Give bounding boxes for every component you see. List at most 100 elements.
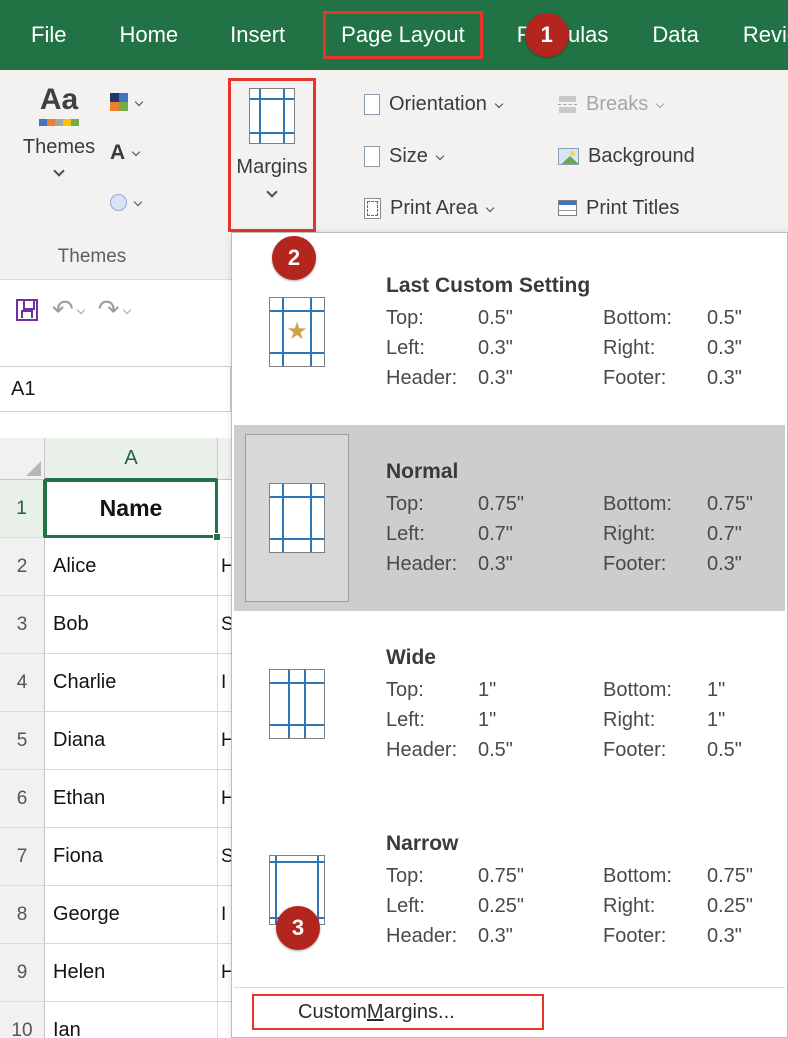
margin-option-last-custom-setting[interactable]: ★ Last Custom Setting Top:0.5"Bottom:0.5… bbox=[234, 239, 785, 425]
row-header-7[interactable]: 7 bbox=[0, 828, 45, 886]
value-left: 0.3" bbox=[478, 337, 603, 360]
theme-fonts-button[interactable]: A bbox=[104, 132, 158, 172]
label-top: Top: bbox=[386, 307, 478, 330]
tab-page-layout-label: Page Layout bbox=[341, 22, 465, 48]
chevron-down-icon bbox=[134, 198, 142, 206]
chevron-down-icon bbox=[122, 306, 130, 314]
name-box[interactable]: A1 bbox=[0, 366, 231, 412]
cell-a2[interactable]: Alice bbox=[45, 538, 218, 596]
row-header-1[interactable]: 1 bbox=[0, 480, 45, 538]
undo-button[interactable]: ↶ bbox=[52, 297, 84, 323]
margin-option-title: Normal bbox=[386, 460, 785, 484]
normal-margins-icon bbox=[269, 483, 325, 553]
margins-button[interactable]: Margins bbox=[228, 78, 316, 232]
row-header-2[interactable]: 2 bbox=[0, 538, 45, 596]
margin-option-normal[interactable]: Normal Top:0.75"Bottom:0.75" Left:0.7"Ri… bbox=[234, 425, 785, 611]
cell-a3[interactable]: Bob bbox=[45, 596, 218, 654]
tab-file[interactable]: File bbox=[0, 0, 93, 70]
row-header-9[interactable]: 9 bbox=[0, 944, 45, 1002]
label-left: Left: bbox=[386, 337, 478, 360]
save-icon[interactable] bbox=[16, 299, 38, 321]
star-icon: ★ bbox=[286, 317, 308, 345]
cell-a9[interactable]: Helen bbox=[45, 944, 218, 1002]
chevron-down-icon bbox=[486, 204, 494, 212]
theme-colors-icon bbox=[110, 93, 128, 111]
redo-button[interactable]: ↷ bbox=[98, 297, 130, 323]
tab-data[interactable]: Data bbox=[630, 0, 720, 70]
label-left: Left: bbox=[386, 709, 478, 732]
theme-colors-button[interactable] bbox=[104, 82, 158, 122]
row-header-6[interactable]: 6 bbox=[0, 770, 45, 828]
cell-a1-value: Name bbox=[100, 495, 163, 522]
last-custom-setting-margins-icon: ★ bbox=[269, 297, 325, 367]
column-a-header[interactable]: A bbox=[45, 438, 218, 480]
tab-review[interactable]: Review bbox=[721, 0, 788, 70]
cell-a10[interactable]: Ian bbox=[45, 1002, 218, 1038]
cell-a7[interactable]: Fiona bbox=[45, 828, 218, 886]
row-header-8[interactable]: 8 bbox=[0, 886, 45, 944]
fill-handle[interactable] bbox=[213, 533, 221, 541]
themes-button-label: Themes bbox=[23, 136, 95, 159]
row-header-5[interactable]: 5 bbox=[0, 712, 45, 770]
value-header: 0.3" bbox=[478, 367, 603, 390]
cell-a5[interactable]: Diana bbox=[45, 712, 218, 770]
label-footer: Footer: bbox=[603, 925, 707, 948]
chevron-down-icon bbox=[53, 165, 64, 176]
orientation-icon bbox=[364, 94, 380, 115]
value-right: 0.3" bbox=[707, 337, 785, 360]
margin-option-title: Narrow bbox=[386, 832, 785, 856]
themes-icon-text: Aa bbox=[40, 82, 78, 118]
label-footer: Footer: bbox=[603, 739, 707, 762]
breaks-button[interactable]: Breaks bbox=[558, 86, 663, 122]
themes-icon: Aa bbox=[39, 82, 79, 126]
background-label: Background bbox=[588, 145, 695, 168]
value-bottom: 0.75" bbox=[707, 865, 785, 888]
margin-option-title: Wide bbox=[386, 646, 785, 670]
chevron-down-icon bbox=[495, 100, 503, 108]
label-right: Right: bbox=[603, 337, 707, 360]
label-bottom: Bottom: bbox=[603, 493, 707, 516]
value-top: 0.75" bbox=[478, 865, 603, 888]
print-titles-button[interactable]: Print Titles bbox=[558, 190, 679, 226]
margin-values: Top:0.75"Bottom:0.75" Left:0.25"Right:0.… bbox=[386, 865, 785, 948]
row-header-4[interactable]: 4 bbox=[0, 654, 45, 712]
print-area-icon bbox=[364, 198, 381, 219]
tab-page-layout[interactable]: Page Layout bbox=[323, 11, 483, 59]
tab-home[interactable]: Home bbox=[93, 0, 204, 70]
row-header-10[interactable]: 10 bbox=[0, 1002, 45, 1038]
custom-margins-menu-item[interactable]: Custom Margins... bbox=[252, 994, 544, 1030]
theme-effects-icon bbox=[110, 194, 127, 211]
themes-colorbar-icon bbox=[39, 119, 79, 126]
tab-formulas[interactable]: Formulas 1 bbox=[495, 0, 631, 70]
label-top: Top: bbox=[386, 865, 478, 888]
margin-option-wide[interactable]: Wide Top:1"Bottom:1" Left:1"Right:1" Hea… bbox=[234, 611, 785, 797]
size-button[interactable]: Size bbox=[364, 138, 443, 174]
margin-option-narrow[interactable]: Narrow Top:0.75"Bottom:0.75" Left:0.25"R… bbox=[234, 797, 785, 983]
tab-insert[interactable]: Insert bbox=[204, 0, 311, 70]
label-footer: Footer: bbox=[603, 367, 707, 390]
cell-a4[interactable]: Charlie bbox=[45, 654, 218, 712]
print-area-button[interactable]: Print Area bbox=[364, 190, 493, 226]
orientation-button[interactable]: Orientation bbox=[364, 86, 502, 122]
margins-icon bbox=[249, 88, 295, 144]
cell-a6[interactable]: Ethan bbox=[45, 770, 218, 828]
background-icon bbox=[558, 148, 579, 165]
value-bottom: 1" bbox=[707, 679, 785, 702]
value-footer: 0.3" bbox=[707, 925, 785, 948]
theme-effects-button[interactable] bbox=[104, 182, 158, 222]
themes-button[interactable]: Aa Themes bbox=[16, 80, 102, 238]
label-header: Header: bbox=[386, 367, 478, 390]
wide-margins-icon bbox=[269, 669, 325, 739]
label-left: Left: bbox=[386, 523, 478, 546]
background-button[interactable]: Background bbox=[558, 138, 695, 174]
value-bottom: 0.5" bbox=[707, 307, 785, 330]
cell-a1-selected[interactable]: Name bbox=[45, 480, 218, 538]
label-bottom: Bottom: bbox=[603, 865, 707, 888]
row-header-3[interactable]: 3 bbox=[0, 596, 45, 654]
select-all-corner[interactable] bbox=[0, 438, 45, 480]
cell-a8[interactable]: George bbox=[45, 886, 218, 944]
value-right: 0.25" bbox=[707, 895, 785, 918]
value-top: 0.5" bbox=[478, 307, 603, 330]
custom-margins-accelerator: M bbox=[367, 1001, 384, 1024]
annotation-step-1-badge: 1 bbox=[525, 13, 569, 57]
